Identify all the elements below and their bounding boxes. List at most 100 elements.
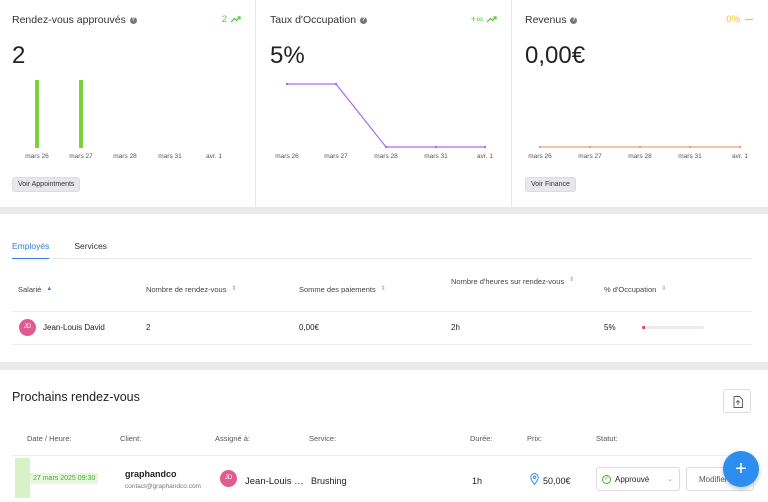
view-appointments-button[interactable]: Voir Appointments — [12, 177, 81, 192]
kpi-card-revenue: Revenus ? 0% 0,00€ mars 26 mars 27 mars 28… — [512, 0, 768, 207]
status-select[interactable]: ✓ Approuvé ⌄ — [596, 467, 680, 491]
status-value: Approuvé — [615, 474, 650, 484]
client-name: graphandco — [125, 469, 177, 479]
point-mars-26[interactable] — [538, 145, 542, 149]
tick-label: mars 28 — [374, 153, 398, 160]
kpi-title-text: Revenus — [525, 14, 567, 26]
tick-label: mars 26 — [275, 153, 299, 160]
tick-label: mars 31 — [158, 153, 182, 160]
kpi-ticks: mars 26 mars 27 mars 28 mars 31 avr. 1 — [512, 153, 768, 165]
sort-icon[interactable]: ⇕ — [569, 276, 574, 286]
column-label: Nombre de rendez-vous — [146, 285, 227, 294]
tick-label: mars 27 — [324, 153, 348, 160]
sort-asc-icon[interactable]: ▲ — [46, 285, 52, 295]
point-mars-31[interactable] — [688, 145, 692, 149]
tick-label: mars 27 — [69, 153, 93, 160]
sort-icon[interactable]: ⇕ — [661, 285, 666, 295]
kpi-ticks: mars 26 mars 27 mars 28 mars 31 avr. 1 — [0, 153, 256, 165]
bar-mars-27[interactable] — [79, 80, 83, 148]
tick-label: mars 27 — [578, 153, 602, 160]
kpi-trend-value: +∞ — [470, 14, 483, 25]
kpi-title-text: Rendez-vous approuvés — [12, 14, 126, 26]
employee-name: Jean-Louis David — [43, 323, 105, 332]
hours-count: 2h — [451, 323, 460, 332]
kpi-value: 2 — [12, 42, 26, 69]
trend-up-icon — [231, 16, 241, 23]
kpi-value: 5% — [270, 42, 305, 69]
tab-employees[interactable]: Employés — [12, 241, 50, 259]
upcoming-table-header: Date / Heure: Client: Assigné à: Service… — [0, 434, 768, 448]
location-pin-icon — [530, 473, 539, 485]
avatar: JD — [220, 470, 237, 487]
upcoming-appointments-panel: Prochains rendez-vous Date / Heure: Clie… — [0, 370, 768, 502]
column-client: Client: — [120, 434, 142, 443]
point-avr-1[interactable] — [483, 145, 487, 149]
tab-services[interactable]: Services — [74, 241, 107, 259]
kpi-title: Rendez-vous approuvés ? — [12, 14, 137, 26]
price: 50,00€ — [543, 476, 571, 486]
column-employee[interactable]: Salarié ▲ — [18, 284, 52, 296]
column-occupation[interactable]: % d'Occupation ⇕ — [604, 284, 666, 296]
tabs: Employés Services — [12, 241, 752, 259]
employees-table-header: Salarié ▲ Nombre de rendez-vous ⇕ Somme … — [0, 274, 768, 312]
kpi-title: Taux d'Occupation ? — [270, 14, 368, 26]
section-title: Prochains rendez-vous — [12, 390, 140, 404]
column-label: Salarié — [18, 285, 42, 294]
column-assigned: Assigné à: — [215, 434, 251, 443]
point-mars-28[interactable] — [384, 145, 388, 149]
tick-label: mars 28 — [113, 153, 137, 160]
point-avr-1[interactable] — [738, 145, 742, 149]
tick-label: mars 26 — [25, 153, 49, 160]
point-mars-31[interactable] — [434, 145, 438, 149]
kpi-ticks: mars 26 mars 27 mars 28 mars 31 avr. 1 — [256, 153, 512, 165]
tick-label: avr. 1 — [732, 153, 748, 160]
appointments-count: 2 — [146, 323, 151, 332]
kpi-chart-line — [538, 145, 742, 149]
occupation-bar-fill — [642, 326, 646, 329]
chevron-down-icon: ⌄ — [667, 476, 673, 483]
tick-label: mars 31 — [678, 153, 702, 160]
add-appointment-fab[interactable]: + — [723, 451, 759, 487]
kpi-chart-line — [285, 82, 487, 149]
sort-icon[interactable]: ⇕ — [381, 285, 386, 295]
payments-sum: 0,00€ — [299, 323, 320, 332]
column-label: % d'Occupation — [604, 285, 657, 294]
column-appointments[interactable]: Nombre de rendez-vous ⇕ — [146, 284, 237, 296]
column-duration: Durée: — [470, 434, 493, 443]
kpi-title-text: Taux d'Occupation — [270, 14, 357, 26]
point-mars-26[interactable] — [285, 82, 289, 86]
export-file-icon — [733, 396, 743, 408]
column-status: Statut: — [596, 434, 618, 443]
occupation-percent: 5% — [604, 323, 616, 332]
column-payments[interactable]: Somme des paiements ⇕ — [299, 284, 386, 296]
help-icon[interactable]: ? — [129, 16, 137, 24]
table-row[interactable]: JD Jean-Louis David 2 0,00€ 2h 5% — [0, 312, 768, 344]
trend-flat-icon — [745, 18, 753, 21]
kpi-row: Rendez-vous approuvés ? 2 2 mars 26 mars … — [0, 0, 768, 207]
kpi-trend: 0% — [726, 14, 754, 25]
help-icon[interactable]: ? — [360, 16, 368, 24]
kpi-trend: +∞ — [471, 14, 497, 25]
point-mars-27[interactable] — [334, 82, 338, 86]
column-service: Service: — [309, 434, 337, 443]
point-mars-28[interactable] — [638, 145, 642, 149]
column-label: Nombre d'heures sur rendez-vous — [451, 277, 565, 286]
kpi-trend: 2 — [222, 14, 241, 25]
export-button[interactable] — [723, 389, 751, 413]
date-strip — [15, 458, 30, 498]
point-mars-27[interactable] — [588, 145, 592, 149]
check-circle-icon: ✓ — [602, 474, 611, 484]
column-hours[interactable]: Nombre d'heures sur rendez-vous ⇕ — [451, 276, 591, 288]
kpi-trend-value: 2 — [221, 14, 227, 25]
tick-label: avr. 1 — [477, 153, 493, 160]
bar-mars-26[interactable] — [35, 80, 39, 148]
sort-icon[interactable]: ⇕ — [231, 285, 236, 295]
view-finance-button[interactable]: Voir Finance — [525, 177, 576, 192]
kpi-card-approved-appointments: Rendez-vous approuvés ? 2 2 mars 26 mars … — [0, 0, 256, 207]
kpi-card-occupation: Taux d'Occupation ? +∞ 5% mars 26 mars 27… — [256, 0, 512, 207]
employees-panel: Employés Services Salarié ▲ Nombre de re… — [0, 214, 768, 362]
appointment-row[interactable]: 27 mars 2025 09:30 graphandco contact@gr… — [12, 455, 754, 498]
divider — [12, 344, 752, 345]
tick-label: mars 26 — [528, 153, 552, 160]
help-icon[interactable]: ? — [570, 16, 578, 24]
